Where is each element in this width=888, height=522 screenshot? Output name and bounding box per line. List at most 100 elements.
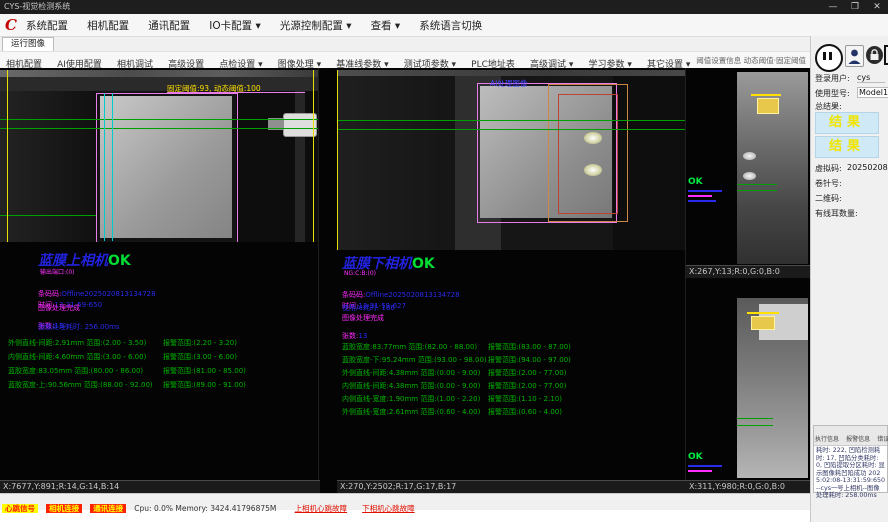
close-icon[interactable]: ✕ (866, 0, 888, 14)
maximize-icon[interactable]: ❐ (844, 0, 866, 14)
alarm-range: 报警范围:(94.00 - 97.00) (488, 355, 571, 365)
measure-row: 蓝胶宽度-下:95.24mm 范围:(93.00 - 98.00) (342, 355, 487, 365)
cpu-memory-info: Cpu: 0.0% Memory: 3424.41796875M (134, 504, 276, 513)
thumb2-image[interactable] (737, 298, 808, 478)
machine-left-block (0, 91, 96, 242)
thumb1-image[interactable] (737, 72, 808, 264)
right-status-line: 图像处理完成 (342, 313, 384, 323)
total-result-label: 总结果: (815, 101, 842, 112)
menu-system-config[interactable]: 系统配置 (26, 20, 68, 32)
app-window: CYS-视觉检测系统 — ❐ ✕ C 系统配置 相机配置 通讯配置 IO卡配置 … (0, 0, 888, 522)
thumb1-info-bar-1 (688, 190, 722, 192)
thumb1-ok-label: OK (688, 177, 703, 187)
tab-strip: 运行图像 (0, 37, 888, 51)
left-result-subtitle: 输出端口:(0) (40, 267, 75, 276)
pause-icon (823, 52, 826, 60)
exit-button[interactable] (884, 44, 888, 66)
lock-icon (869, 49, 880, 61)
exit-door-icon (884, 44, 888, 66)
left-camera-image[interactable]: 固定阈值:93, 动态阈值:100 (0, 70, 318, 242)
minimize-icon[interactable]: — (822, 0, 844, 14)
thumb2-info-bar-1 (688, 465, 722, 467)
machine-left-block (337, 76, 455, 250)
alarm-range: 报警范围:(81.00 - 85.00) (163, 366, 246, 376)
upper-camera-heartbeat-alert: 上相机心跳故障 (295, 504, 348, 513)
thumb-view-1[interactable]: OK X:267,Y:13;R:0,G:0,B:0 (686, 68, 810, 278)
user-icon (847, 47, 862, 65)
lock-button[interactable] (866, 46, 883, 64)
thumb2-yellow-dash (747, 312, 779, 314)
log-tab-error[interactable]: 错误信息 (877, 436, 888, 443)
left-pixel-coords: X:7677,Y:891;R:14,G:14,B:14 (0, 480, 320, 493)
right-pixel-coords: X:270,Y:2502;R:17,G:17,B:17 (337, 480, 687, 493)
menu-view[interactable]: 查看 ▾ (371, 20, 401, 32)
alarm-range: 报警范围:(2.20 - 3.20) (163, 338, 237, 348)
right-result-ok: OK (412, 256, 435, 272)
menu-comm-config[interactable]: 通讯配置 (148, 20, 190, 32)
thumb1-highlight-2 (743, 172, 756, 180)
pin-number-label: 卷针号: (815, 178, 842, 189)
measure-cyan-line-1 (104, 93, 105, 241)
log-tab-alarm[interactable]: 报警信息 (846, 436, 870, 443)
machine-band (0, 77, 318, 91)
alarm-range: 报警范围:(1.10 - 2.10) (488, 394, 562, 404)
threshold-info-label: 阈值设置信息 动态阈值·固定阈值 (696, 52, 806, 69)
log-tab-strip: 执行信息 报警信息 错误信息 (814, 426, 887, 446)
thumb2-green-line-2 (737, 425, 773, 426)
baseline-green-2 (0, 128, 318, 129)
right-count-line: 张数:13 (342, 323, 367, 342)
threshold-overlay-text: 固定阈值:93, 动态阈值:100 (167, 83, 261, 94)
main-view-area: 固定阈值:93, 动态阈值:100 蓝膜上相机OK 输出端口:(0) 条码码:O… (0, 68, 810, 493)
menu-camera-config[interactable]: 相机配置 (87, 20, 129, 32)
thumb1-pixel-coords: X:267,Y:13;R:0,G:0,B:0 (686, 265, 813, 278)
thumb-view-2[interactable]: OK X:311,Y:980;R:0,G:0,B:0 (686, 282, 810, 493)
lower-camera-heartbeat-alert: 下相机心跳故障 (362, 504, 415, 513)
log-tab-execution[interactable]: 执行信息 (815, 436, 839, 443)
thumb1-green-line-1 (737, 184, 777, 185)
highlight-spot-1 (584, 132, 602, 144)
virtual-code-value: 20250208 (847, 163, 888, 172)
login-user-button[interactable] (845, 45, 864, 67)
right-camera-view[interactable]: AI处理图像 蓝膜下相机OK NG:C:B:(0) 条码码:Offline202… (337, 68, 686, 493)
model-value[interactable]: Model1 (857, 87, 888, 98)
camera-connect-badge: 相机连接 (46, 504, 82, 513)
alarm-range: 报警范围:(3.00 - 6.00) (163, 352, 237, 362)
pause-button[interactable] (815, 44, 843, 72)
sidebar: 登录用户: cys 使用型号: Model1 总结果: 结果 结果 虚拟码: 2… (810, 36, 888, 522)
thumb1-info-bar-3 (688, 200, 716, 202)
measure-row: 内侧直线-间距:4.60mm 范围:(3.00 - 6.00) (8, 352, 146, 362)
right-camera-image[interactable]: AI处理图像 (337, 70, 685, 250)
thumb2-info-bar-2 (688, 470, 712, 472)
menu-io-config[interactable]: IO卡配置 ▾ (209, 20, 260, 32)
thumb2-ok-label: OK (688, 452, 703, 462)
tab-run-image[interactable]: 运行图像 (2, 37, 54, 51)
measure-row: 蓝胶宽度:83.05mm 范围:(80.00 - 86.00) (8, 366, 143, 376)
menu-language-switch[interactable]: 系统语言切换 (419, 20, 482, 32)
highlight-spot-2 (584, 164, 602, 176)
roi-red-outline (558, 94, 618, 214)
left-result-ok: OK (108, 253, 131, 269)
menu-light-config[interactable]: 光源控制配置 ▾ (280, 20, 352, 32)
menu-bar: C 系统配置 相机配置 通讯配置 IO卡配置 ▾ 光源控制配置 ▾ 查看 ▾ 系… (0, 14, 888, 37)
connector-part (283, 113, 317, 137)
right-result-subtitle: NG:C:B:(0) (344, 270, 376, 277)
left-elapsed-line: 图像处理耗时: 256.00ms (38, 322, 120, 332)
baseline-green-3 (0, 215, 96, 216)
machine-top-rail (0, 70, 318, 77)
ai-image-label: AI处理图像 (490, 78, 527, 89)
thumb2-green-line-1 (737, 418, 773, 419)
baseline-green-1 (337, 120, 685, 121)
thumb1-info-bar-2 (688, 195, 712, 197)
alarm-range: 报警范围:(2.00 - 77.00) (488, 368, 566, 378)
measure-row: 外侧直线-宽度:2.61mm 范围:(0.60 - 4.00) (342, 407, 480, 417)
alarm-range: 报警范围:(83.00 - 87.00) (488, 342, 571, 352)
log-panel: 执行信息 报警信息 错误信息 耗时: 222, 凹陷检测耗时: 17, 凹陷分类… (813, 425, 888, 493)
result-badge-upper: 结果 (815, 112, 879, 134)
measure-row: 蓝胶宽度:83.77mm 范围:(82.00 - 88.00) (342, 342, 477, 352)
left-camera-view[interactable]: 固定阈值:93, 动态阈值:100 蓝膜上相机OK 输出端口:(0) 条码码:O… (0, 68, 319, 493)
alarm-range: 报警范围:(89.00 - 91.00) (163, 380, 246, 390)
measure-row: 外侧直线-间距:2.91mm 范围:(2.00 - 3.50) (8, 338, 146, 348)
title-bar: CYS-视觉检测系统 — ❐ ✕ (0, 0, 888, 14)
alarm-range: 报警范围:(0.60 - 4.00) (488, 407, 562, 417)
app-logo: C (5, 15, 17, 35)
